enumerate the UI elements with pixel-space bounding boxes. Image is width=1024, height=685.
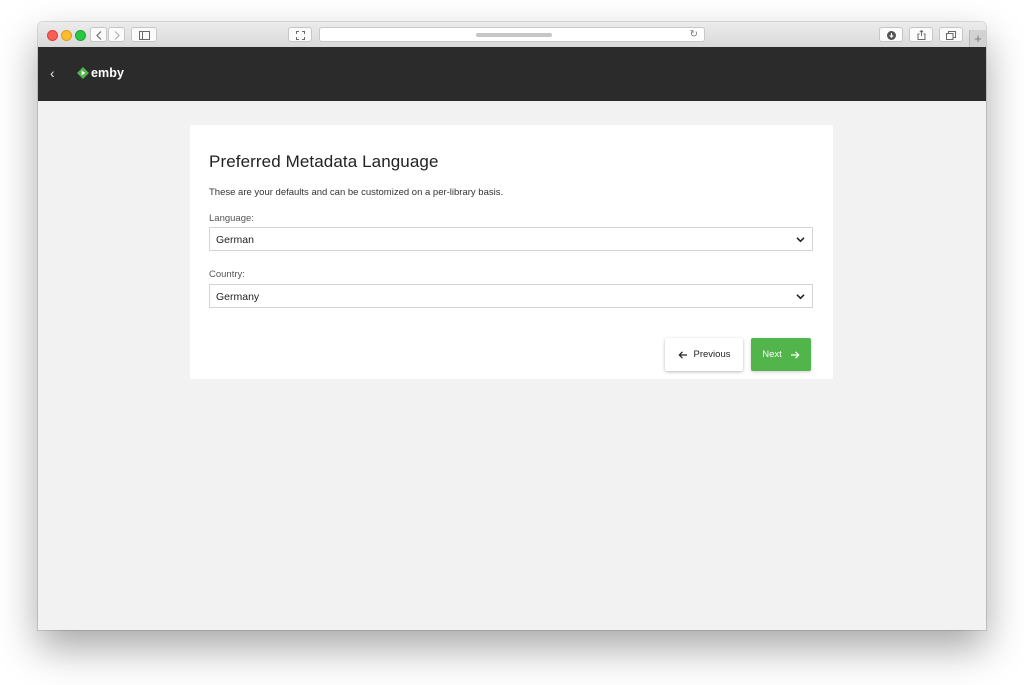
fullscreen-button[interactable] [288, 27, 312, 42]
sidebar-icon [138, 31, 150, 40]
minimize-window-button[interactable] [61, 30, 72, 41]
previous-button[interactable]: Previous [665, 338, 743, 371]
share-icon [917, 29, 925, 40]
back-arrow-icon [95, 31, 101, 40]
address-bar[interactable]: ↻ [319, 27, 705, 42]
country-select[interactable]: Germany [209, 284, 813, 308]
page-title: Preferred Metadata Language [209, 152, 439, 171]
forward-arrow-icon [114, 31, 120, 40]
logo-text: emby [91, 66, 125, 80]
emby-logo-icon [77, 67, 89, 79]
share-button[interactable] [909, 27, 933, 42]
browser-window: ↻ + ‹ emby Preferred Metadata Language T… [38, 22, 986, 630]
tabs-icon [946, 31, 956, 40]
next-button[interactable]: Next [751, 338, 811, 371]
browser-forward-button[interactable] [108, 27, 125, 42]
new-tab-icon[interactable]: + [969, 30, 986, 47]
app-header: ‹ emby [38, 47, 986, 101]
show-tabs-button[interactable] [939, 27, 963, 42]
previous-button-label: Previous [693, 349, 731, 360]
fullscreen-icon [295, 31, 305, 40]
blurred-url [476, 33, 552, 37]
country-value: Germany [216, 291, 260, 303]
language-select[interactable]: German [209, 227, 813, 251]
browser-toolbar: ↻ + [38, 22, 986, 48]
downloads-button[interactable] [879, 27, 903, 42]
chevron-down-icon [796, 294, 805, 300]
arrow-left-icon [677, 350, 687, 359]
language-label: Language: [209, 213, 254, 224]
chevron-down-icon [796, 237, 805, 243]
language-value: German [216, 234, 254, 246]
close-window-button[interactable] [47, 30, 58, 41]
next-button-label: Next [762, 349, 782, 360]
sidebar-toggle-button[interactable] [131, 27, 157, 42]
country-label: Country: [209, 269, 245, 280]
arrow-right-icon [790, 350, 800, 359]
page-description: These are your defaults and can be custo… [209, 187, 504, 198]
emby-logo[interactable]: emby [77, 65, 124, 81]
download-icon [886, 31, 896, 40]
browser-back-button[interactable] [90, 27, 107, 42]
zoom-window-button[interactable] [75, 30, 86, 41]
wizard-card: Preferred Metadata Language These are yo… [190, 125, 833, 379]
back-arrow-icon[interactable]: ‹ [50, 65, 55, 81]
reload-icon[interactable]: ↻ [690, 28, 698, 41]
